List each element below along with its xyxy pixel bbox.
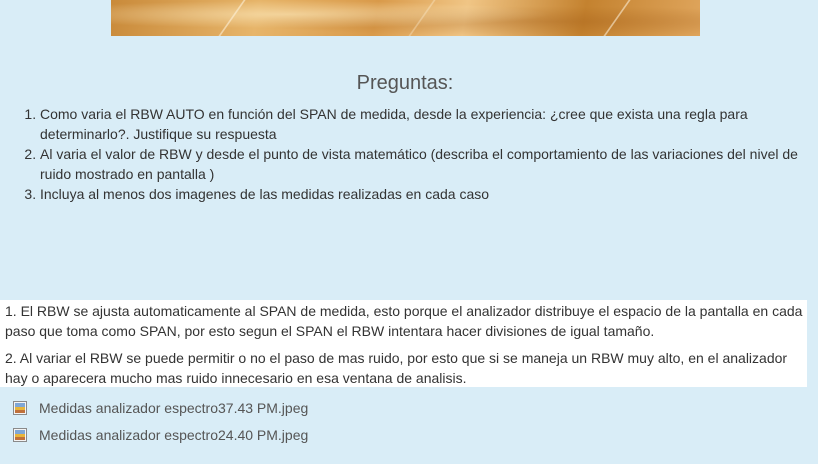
answer-paragraph: 2. Al variar el RBW se puede permitir o … [5, 350, 788, 386]
attachment-name: Medidas analizador espectro24.40 PM.jpeg [39, 426, 309, 443]
attachments-list: Medidas analizador espectro37.43 PM.jpeg… [12, 394, 308, 448]
image-file-icon [13, 427, 27, 442]
image-file-icon [13, 400, 27, 415]
banner-image [111, 0, 700, 36]
attachment-link[interactable]: Medidas analizador espectro37.43 PM.jpeg [12, 394, 308, 421]
attachment-name: Medidas analizador espectro37.43 PM.jpeg [39, 399, 309, 416]
question-item: Incluya al menos dos imagenes de las med… [40, 184, 800, 204]
questions-title: Preguntas: [356, 72, 454, 94]
answer-text: 1. El RBW se ajusta automaticamente al S… [0, 300, 807, 387]
attachment-link[interactable]: Medidas analizador espectro24.40 PM.jpeg [12, 421, 308, 448]
question-item: Al varia el valor de RBW y desde el punt… [40, 144, 800, 184]
questions-list: Como varia el RBW AUTO en función del SP… [0, 104, 800, 204]
answer-paragraph: 1. El RBW se ajusta automaticamente al S… [5, 303, 803, 339]
question-item: Como varia el RBW AUTO en función del SP… [40, 104, 800, 144]
